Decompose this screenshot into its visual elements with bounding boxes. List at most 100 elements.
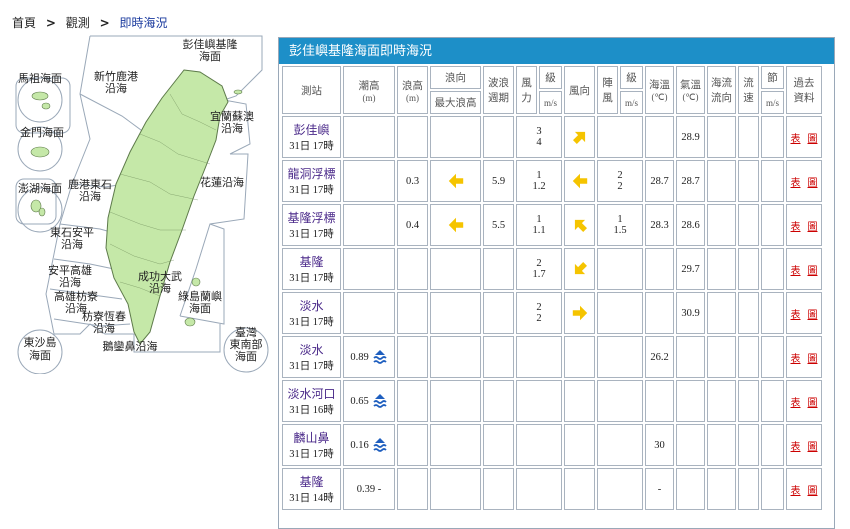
station-time: 31日 17時 xyxy=(289,229,334,240)
wave-period-cell xyxy=(483,248,514,290)
history-chart-link[interactable]: 圖 xyxy=(808,262,818,277)
header-sst: 海溫 (℃) xyxy=(645,66,674,114)
wave-dir-cell xyxy=(430,468,481,510)
history-chart-link[interactable]: 圖 xyxy=(808,438,818,453)
table-row: 龍洞浮標 31日 17時 0.3 5.9 1 1.2 2 2 28.7 28.7 表圖 xyxy=(282,160,822,202)
history-table-link[interactable]: 表 xyxy=(791,262,801,277)
station-cell[interactable]: 龍洞浮標 31日 17時 xyxy=(282,160,341,202)
tide-wave-icon xyxy=(373,350,387,364)
wave-height-cell xyxy=(397,380,428,422)
history-table-link[interactable]: 表 xyxy=(791,394,801,409)
sea-area-map-svg[interactable]: 彭佳嶼基隆 海面 馬祖海面 新竹鹿港 沿海 宜蘭蘇澳 沿海 金門海面 澎湖海面 … xyxy=(10,34,276,374)
label-southeast-1: 臺灣 xyxy=(235,325,257,339)
tide-cell: 0.16 xyxy=(343,424,395,466)
station-cell[interactable]: 基隆 31日 14時 xyxy=(282,468,341,510)
history-table-link[interactable]: 表 xyxy=(791,438,801,453)
current-dir-cell xyxy=(707,204,736,246)
direction-arrow-icon xyxy=(572,305,587,321)
station-name[interactable]: 淡水 xyxy=(283,341,340,358)
label-chenggong-2: 沿海 xyxy=(149,281,171,295)
history-table-link[interactable]: 表 xyxy=(791,218,801,233)
station-time: 31日 17時 xyxy=(289,361,334,372)
label-xinzhu-1: 新竹鹿港 xyxy=(94,69,138,83)
label-eluanbi: 鵝鑾鼻沿海 xyxy=(103,339,158,353)
wave-period-cell xyxy=(483,424,514,466)
label-southeast-2: 東南部 xyxy=(230,337,263,351)
history-chart-link[interactable]: 圖 xyxy=(808,218,818,233)
gust-cell xyxy=(597,292,643,334)
tide-cell xyxy=(343,292,395,334)
station-name[interactable]: 基隆浮標 xyxy=(283,209,340,226)
wave-period-cell xyxy=(483,468,514,510)
wind-force: 2 xyxy=(536,258,542,269)
gust-cell xyxy=(597,380,643,422)
breadcrumb-observe[interactable]: 觀測 xyxy=(66,16,90,30)
station-cell[interactable]: 基隆浮標 31日 17時 xyxy=(282,204,341,246)
label-hualien: 花蓮沿海 xyxy=(200,175,244,189)
sst-cell xyxy=(645,116,674,158)
history-table-link[interactable]: 表 xyxy=(791,482,801,497)
station-name[interactable]: 基隆 xyxy=(283,473,340,490)
history-chart-link[interactable]: 圖 xyxy=(808,482,818,497)
wave-dir-cell xyxy=(430,380,481,422)
knot-cell xyxy=(761,160,784,202)
label-kinmen: 金門海面 xyxy=(20,125,64,139)
label-ludao-2: 海面 xyxy=(189,301,211,315)
label-pengjia-2: 海面 xyxy=(199,49,221,63)
history-table-link[interactable]: 表 xyxy=(791,306,801,321)
wind-dir-cell xyxy=(564,380,595,422)
wind-dir-cell xyxy=(564,336,595,378)
station-name[interactable]: 基隆 xyxy=(283,253,340,270)
history-chart-link[interactable]: 圖 xyxy=(808,174,818,189)
label-penghu: 澎湖海面 xyxy=(18,181,62,195)
table-row: 淡水 31日 17時 2 2 30.9 表圖 xyxy=(282,292,822,334)
breadcrumb-home[interactable]: 首頁 xyxy=(12,16,36,30)
label-dongsha-1: 東沙島 xyxy=(24,335,57,349)
gust-speed: 1.5 xyxy=(613,225,627,236)
label-dongsha-2: 海面 xyxy=(29,348,51,362)
station-cell[interactable]: 基隆 31日 17時 xyxy=(282,248,341,290)
history-chart-link[interactable]: 圖 xyxy=(808,130,818,145)
station-cell[interactable]: 麟山鼻 31日 17時 xyxy=(282,424,341,466)
table-row: 基隆 31日 14時 0.39 - - 表圖 xyxy=(282,468,822,510)
station-time: 31日 17時 xyxy=(289,449,334,460)
current-speed-cell xyxy=(738,116,759,158)
station-cell[interactable]: 淡水河口 31日 16時 xyxy=(282,380,341,422)
wave-height-cell xyxy=(397,248,428,290)
table-row: 麟山鼻 31日 17時 0.16 30 表圖 xyxy=(282,424,822,466)
history-cell: 表圖 xyxy=(786,468,822,510)
station-cell[interactable]: 彭佳嶼 31日 17時 xyxy=(282,116,341,158)
station-time: 31日 14時 xyxy=(289,493,334,504)
label-dongshi-1: 東石安平 xyxy=(50,225,94,239)
history-cell: 表圖 xyxy=(786,116,822,158)
history-cell: 表圖 xyxy=(786,248,822,290)
station-name[interactable]: 淡水河口 xyxy=(283,385,340,402)
history-table-link[interactable]: 表 xyxy=(791,350,801,365)
wind-cell xyxy=(516,424,562,466)
current-speed-cell xyxy=(738,204,759,246)
sea-area-map[interactable]: 彭佳嶼基隆 海面 馬祖海面 新竹鹿港 沿海 宜蘭蘇澳 沿海 金門海面 澎湖海面 … xyxy=(10,34,276,374)
station-name[interactable]: 彭佳嶼 xyxy=(283,121,340,138)
history-table-link[interactable]: 表 xyxy=(791,174,801,189)
station-time: 31日 17時 xyxy=(289,317,334,328)
history-chart-link[interactable]: 圖 xyxy=(808,394,818,409)
wind-speed: 1.2 xyxy=(532,181,546,192)
air-temp-cell: 30.9 xyxy=(676,292,705,334)
station-name[interactable]: 淡水 xyxy=(283,297,340,314)
wind-dir-cell xyxy=(564,424,595,466)
label-yilan-2: 沿海 xyxy=(221,121,243,135)
air-temp-cell: 28.6 xyxy=(676,204,705,246)
header-wave-dir: 浪向 xyxy=(430,66,481,89)
wave-dir-cell xyxy=(430,160,481,202)
wave-dir-cell xyxy=(430,336,481,378)
history-table-link[interactable]: 表 xyxy=(791,130,801,145)
station-cell[interactable]: 淡水 31日 17時 xyxy=(282,336,341,378)
header-current-speed: 流速 xyxy=(738,66,759,114)
history-chart-link[interactable]: 圖 xyxy=(808,350,818,365)
wind-cell: 22 xyxy=(516,292,562,334)
station-name[interactable]: 麟山鼻 xyxy=(283,429,340,446)
station-name[interactable]: 龍洞浮標 xyxy=(283,165,340,182)
history-chart-link[interactable]: 圖 xyxy=(808,306,818,321)
header-history: 過去 資料 xyxy=(786,66,822,114)
station-cell[interactable]: 淡水 31日 17時 xyxy=(282,292,341,334)
